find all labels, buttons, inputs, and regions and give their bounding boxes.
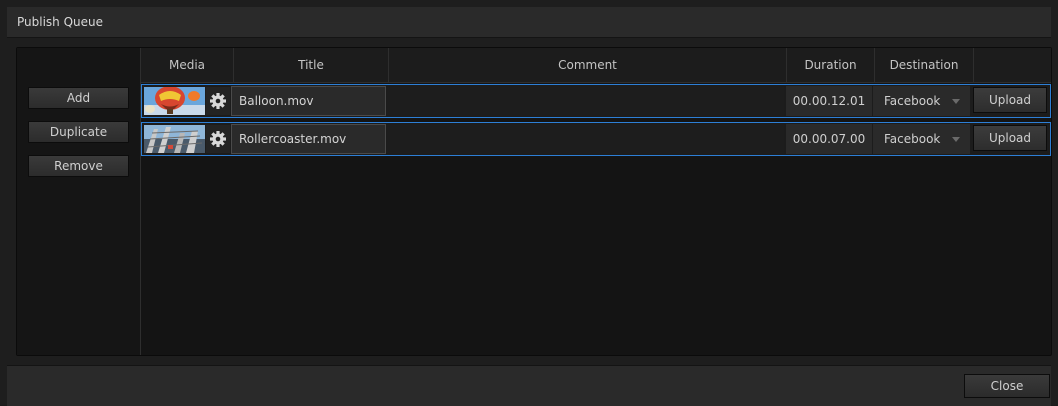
table-row[interactable]: Rollercoaster.mov 00.00.07.00 Facebook U… [141, 122, 1051, 156]
destination-value: Facebook [884, 132, 941, 146]
chevron-down-icon [952, 137, 960, 142]
column-header-destination[interactable]: Destination [875, 48, 974, 82]
table-header: Media Title Comment Duration Destination [141, 48, 1051, 83]
title-field[interactable]: Rollercoaster.mov [231, 124, 386, 154]
column-header-title[interactable]: Title [234, 48, 389, 82]
comment-field[interactable] [387, 124, 784, 154]
upload-button[interactable]: Upload [973, 87, 1047, 113]
media-settings-button[interactable] [206, 125, 230, 153]
destination-select[interactable]: Facebook [873, 86, 970, 116]
destination-value: Facebook [884, 94, 941, 108]
balloon-thumbnail [144, 87, 205, 115]
chevron-down-icon [952, 99, 960, 104]
add-button[interactable]: Add [28, 87, 129, 109]
column-header-media[interactable]: Media [141, 48, 234, 82]
title-bar: Publish Queue [7, 7, 1051, 38]
media-settings-button[interactable] [206, 87, 230, 115]
rollercoaster-thumbnail [144, 125, 205, 153]
duration-value: 00.00.12.01 [786, 86, 872, 116]
window-title: Publish Queue [17, 15, 104, 29]
queue-actions-sidebar: Add Duplicate Remove [17, 48, 141, 355]
comment-field[interactable] [387, 86, 784, 116]
title-field[interactable]: Balloon.mov [231, 86, 386, 116]
duration-value: 00.00.07.00 [786, 124, 872, 154]
table-row[interactable]: Balloon.mov 00.00.12.01 Facebook Upload [141, 84, 1051, 118]
publish-queue-window: Publish Queue Add Duplicate Remove Media… [0, 0, 1058, 406]
queue-panel: Add Duplicate Remove Media Title Comment… [16, 47, 1052, 356]
close-button[interactable]: Close [964, 374, 1050, 398]
gear-icon [210, 131, 226, 147]
duplicate-button[interactable]: Duplicate [28, 121, 129, 143]
upload-button[interactable]: Upload [973, 125, 1047, 151]
footer-bar: Close [7, 365, 1051, 406]
column-header-action [974, 48, 1051, 82]
destination-select[interactable]: Facebook [873, 124, 970, 154]
column-header-comment[interactable]: Comment [389, 48, 787, 82]
gear-icon [210, 93, 226, 109]
column-header-duration[interactable]: Duration [787, 48, 875, 82]
remove-button[interactable]: Remove [28, 155, 129, 177]
